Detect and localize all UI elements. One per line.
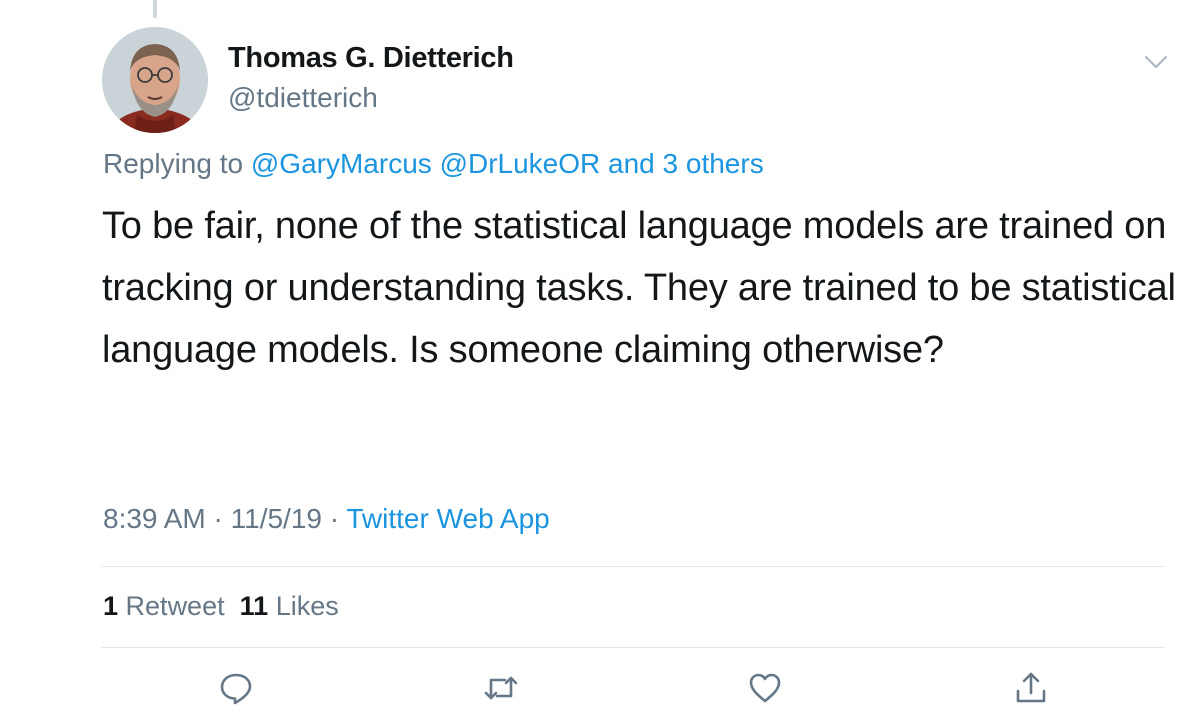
tweet-meta: 8:39 AM · 11/5/19 · Twitter Web App (103, 503, 550, 535)
replying-prefix: Replying to (103, 148, 251, 179)
like-button[interactable] (747, 670, 783, 706)
meta-separator: · (205, 503, 231, 534)
tweet-text: To be fair, none of the statistical lang… (102, 205, 1176, 371)
share-upload-icon (1016, 672, 1046, 703)
tweet-date[interactable]: 11/5/19 (231, 503, 322, 534)
meta-separator: · (321, 503, 347, 534)
profile-photo (102, 27, 208, 133)
heart-icon (749, 673, 781, 703)
tweet-source-link[interactable]: Twitter Web App (346, 503, 549, 534)
likes-label: Likes (275, 591, 339, 621)
speech-bubble-icon (220, 673, 252, 705)
divider (102, 647, 1165, 648)
share-button[interactable] (1013, 670, 1049, 706)
avatar[interactable] (102, 27, 208, 133)
divider (102, 566, 1165, 567)
more-options-chevron-down-icon[interactable] (1144, 54, 1168, 70)
mention-link[interactable]: @GaryMarcus (251, 148, 432, 179)
tweet-time[interactable]: 8:39 AM (103, 503, 206, 534)
others-link[interactable]: and 3 others (608, 148, 764, 179)
reply-button[interactable] (218, 670, 254, 706)
retweets-stat[interactable]: 1 Retweet (103, 591, 225, 621)
retweets-count: 1 (103, 591, 119, 621)
author-name[interactable]: Thomas G. Dietterich (228, 42, 514, 75)
retweet-button[interactable] (483, 670, 519, 706)
thread-connector-line (153, 0, 157, 18)
retweets-label: Retweet (125, 591, 225, 621)
author-handle[interactable]: @tdietterich (228, 82, 378, 114)
likes-count: 11 (239, 591, 269, 621)
replying-to-context: Replying to @GaryMarcus @DrLukeOR and 3 … (103, 148, 764, 180)
mention-link[interactable]: @DrLukeOR (440, 148, 601, 179)
engagement-stats: 1 Retweet 11 Likes (103, 591, 339, 622)
likes-stat[interactable]: 11 Likes (240, 591, 339, 621)
tweet-action-bar (0, 670, 1200, 710)
retweet-arrows-icon (484, 676, 518, 700)
